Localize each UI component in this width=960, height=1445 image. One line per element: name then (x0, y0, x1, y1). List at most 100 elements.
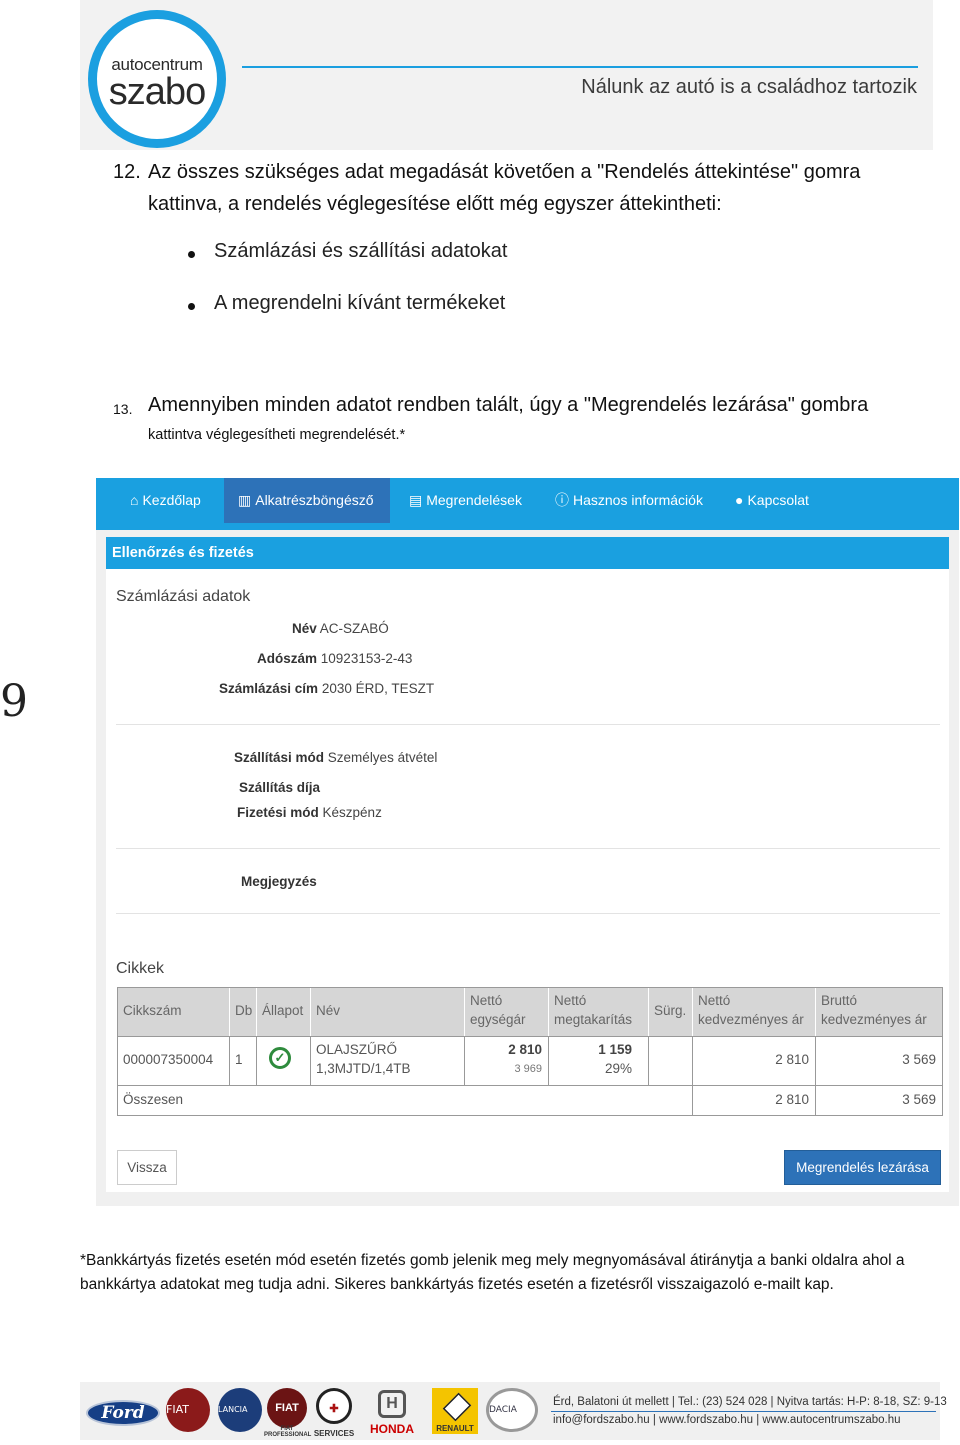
logo-text-bottom: szabo (108, 71, 206, 113)
shipping-method: Szállítási mód Személyes átvétel (234, 750, 437, 765)
table-cell-net-unit-price: 2 810 3 969 (465, 1036, 549, 1085)
billing-tax-number: Adószám 10923153-2-43 (257, 651, 412, 666)
alfa-romeo-services-logo: ✚ SERVICES (312, 1388, 356, 1438)
close-order-button[interactable]: Megrendelés lezárása (784, 1150, 941, 1185)
webshop-screenshot: ⌂ Kezdőlap ▥ Alkatrészböngésző ▤ Megrendelé… (96, 478, 959, 1206)
footnote-line: *Bankkártyás fizetés esetén mód esetén f… (80, 1252, 905, 1269)
nav-item-contact[interactable]: ● Kapcsolat (735, 478, 809, 523)
column-header-urgent: Sürg. (649, 988, 693, 1036)
total-net-cell: 2 810 (693, 1085, 816, 1115)
payment-method: Fizetési mód Készpénz (237, 805, 382, 820)
nav-item-orders[interactable]: ▤ Megrendelések (409, 478, 522, 523)
header-divider (242, 66, 918, 68)
honda-logo: H HONDA (358, 1388, 426, 1436)
total-gross-cell: 3 569 (816, 1085, 942, 1115)
column-header-net-savings: Nettó megtakarítás (549, 988, 649, 1036)
field-value: 10923153-2-43 (320, 651, 413, 666)
step-text: Az összes szükséges adat megadását követ… (148, 156, 918, 220)
nav-item-useful-info[interactable]: ⓘ Hasznos információk (555, 478, 703, 523)
field-value: 2030 ÉRD, TESZT (321, 681, 435, 696)
table-cell-net-savings: 1 159 29% (549, 1036, 649, 1085)
user-icon: ● (735, 492, 744, 508)
bullet-icon (188, 251, 195, 258)
column-header-status: Állapot (257, 988, 311, 1036)
divider (116, 724, 940, 725)
field-label: Név (292, 621, 317, 636)
field-label: Szállítás díja (239, 780, 321, 795)
table-cell-status: ✓ (257, 1036, 311, 1085)
nav-label: Megrendelések (426, 492, 522, 508)
billing-name: Név AC-SZABÓ (292, 621, 389, 636)
list-icon: ▤ (409, 492, 423, 508)
items-section-title: Cikkek (116, 960, 165, 977)
table-cell-net-discount-price: 2 810 (693, 1036, 816, 1085)
page-number: 9 (0, 676, 28, 727)
step-line: Amennyiben minden adatot rendben talált,… (148, 394, 869, 416)
field-value: Készpénz (322, 805, 382, 820)
nav-item-parts-browser[interactable]: ▥ Alkatrészböngésző (224, 478, 390, 523)
top-navigation: ⌂ Kezdőlap ▥ Alkatrészböngésző ▤ Megrendelé… (96, 478, 959, 530)
field-value: Személyes átvétel (327, 750, 438, 765)
panel-header: Ellenőrzés és fizetés (106, 537, 949, 569)
home-icon: ⌂ (130, 492, 139, 508)
table-cell-qty: 1 (230, 1036, 257, 1085)
lancia-logo: LANCIA (218, 1388, 262, 1432)
divider (116, 913, 940, 914)
column-header-name: Név (311, 988, 465, 1036)
bullet-icon (188, 303, 195, 310)
field-label: Szállítási mód (234, 750, 325, 765)
field-value: AC-SZABÓ (319, 621, 389, 636)
field-label: Adószám (257, 651, 318, 666)
note-field: Megjegyzés (241, 874, 317, 889)
column-header-qty: Db (230, 988, 257, 1036)
column-header-gross-discount-price: Bruttó kedvezményes ár (816, 988, 942, 1036)
step-number: 13. (113, 401, 133, 417)
step-line: Az összes szükséges adat megadását követ… (148, 161, 861, 183)
table-cell-urgent (649, 1036, 693, 1085)
autocentrum-szabo-logo: autocentrum szabo (88, 10, 226, 148)
info-icon: ⓘ (555, 492, 569, 508)
document-header: autocentrum szabo Nálunk az autó is a cs… (80, 0, 933, 150)
footnote-line: bankkártya adatokat meg tudja adni. Sike… (80, 1276, 834, 1293)
billing-section-title: Számlázási adatok (116, 588, 251, 605)
footnote: *Bankkártyás fizetés esetén mód esetén f… (80, 1249, 930, 1297)
billing-address: Számlázási cím 2030 ÉRD, TESZT (219, 681, 434, 696)
items-table: Cikkszám Db Állapot Név Nettó egységár Ne… (117, 987, 943, 1116)
renault-logo: RENAULT (432, 1388, 478, 1434)
total-label-cell: Összesen (118, 1085, 693, 1115)
nav-label: Kezdőlap (142, 492, 201, 508)
footer-web-links: info@fordszabo.hu | www.fordszabo.hu | w… (553, 1414, 901, 1426)
step-line: kattinva, a rendelés véglegesítése előtt… (148, 193, 722, 215)
footer-contact-info: Érd, Balatoni út mellett | Tel.: (23) 52… (553, 1396, 947, 1408)
footer-divider (551, 1411, 936, 1412)
table-cell-name: OLAJSZŰRŐ 1,3MJTD/1,4TB (311, 1036, 465, 1085)
step-number: 12. (113, 161, 141, 183)
ford-logo: Ford (86, 1388, 160, 1434)
fiat-professional-logo: FIAT FIAT PROFESSIONAL (264, 1388, 311, 1438)
book-icon: ▥ (238, 492, 252, 508)
dacia-logo: DACIA (486, 1388, 538, 1432)
divider (116, 848, 940, 849)
document-footer: Ford FIAT LANCIA FIAT FIAT PROFESSIONAL … (80, 1382, 947, 1440)
check-circle-icon: ✓ (269, 1047, 291, 1069)
column-header-net-unit-price: Nettó egységár (465, 988, 549, 1036)
list-item-text: A megrendelni kívánt termékeket (214, 292, 506, 314)
field-label: Fizetési mód (237, 805, 319, 820)
table-cell-gross-discount-price: 3 569 (816, 1036, 942, 1085)
column-header-sku: Cikkszám (118, 988, 230, 1036)
back-button[interactable]: Vissza (117, 1150, 177, 1185)
table-cell-sku: 000007350004 (118, 1036, 230, 1085)
header-slogan: Nálunk az autó is a családhoz tartozik (581, 76, 917, 98)
nav-label: Hasznos információk (573, 492, 703, 508)
nav-label: Alkatrészböngésző (255, 492, 374, 508)
checkout-panel: Ellenőrzés és fizetés Számlázási adatok … (106, 537, 949, 1192)
shipping-fee: Szállítás díja (239, 780, 320, 795)
list-item-text: Számlázási és szállítási adatokat (214, 240, 508, 262)
nav-item-home[interactable]: ⌂ Kezdőlap (130, 478, 201, 523)
panel-title: Ellenőrzés és fizetés (112, 545, 254, 561)
nav-label: Kapcsolat (747, 492, 809, 508)
fiat-logo: FIAT (166, 1388, 210, 1432)
column-header-net-discount-price: Nettó kedvezményes ár (693, 988, 816, 1036)
field-label: Számlázási cím (219, 681, 319, 696)
step-line: kattintva véglegesítheti megrendelését.* (148, 427, 406, 443)
